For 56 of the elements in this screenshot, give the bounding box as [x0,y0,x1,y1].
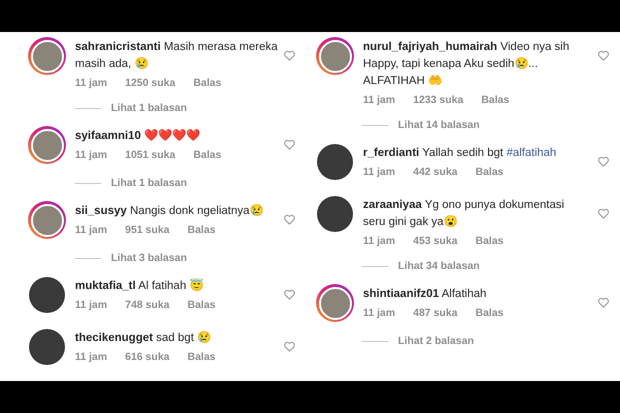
avatar-photo[interactable] [28,126,66,164]
like-count: 442 suka [413,166,458,178]
avatar-photo[interactable] [316,37,354,75]
heart-icon[interactable] [597,155,610,168]
reply-link[interactable]: Balas [476,307,504,319]
like-count: 453 suka [413,235,458,247]
view-replies-link[interactable]: Lihat 3 balasan [111,252,187,264]
comment-time: 11 jam [363,307,396,319]
comment-time: 11 jam [75,149,108,161]
comment-text: muktafia_tl Al fatihah 😇 [75,278,204,294]
like-count: 487 suka [413,307,458,319]
heart-icon[interactable] [283,213,296,226]
heart-icon[interactable] [283,340,296,353]
comment-time: 11 jam [75,351,108,363]
reply-link[interactable]: Balas [481,94,510,106]
comment-text: syifaamni10 ❤❤❤❤ [75,128,202,144]
comment-time: 11 jam [363,166,396,178]
comment-text: shintiaanifz01 Alfatihah [363,287,488,302]
comment-text: thecikenugget sad bgt 😢 [75,330,212,346]
heart-icon[interactable] [283,288,296,301]
avatar-photo[interactable] [28,201,66,239]
avatar-photo[interactable] [28,37,66,75]
comment-time: 11 jam [363,94,396,106]
comment-text: r_ferdianti Yallah sedih bgt #alfatihah [363,146,558,161]
reply-link[interactable]: Balas [188,351,216,363]
like-count: 748 suka [125,299,170,311]
like-count: 1051 suka [125,149,176,161]
comment-text: sii_susyy Nangis donk ngeliatnya😢 [75,203,265,219]
view-replies-link[interactable]: Lihat 2 balasan [398,335,474,347]
reply-link[interactable]: Balas [188,299,216,311]
comment-time: 11 jam [363,235,396,247]
view-replies-link[interactable]: Lihat 14 balasan [398,119,480,131]
reply-link[interactable]: Balas [193,77,222,89]
heart-icon[interactable] [283,49,296,62]
comment-time: 11 jam [75,299,108,311]
like-count: 1233 suka [413,94,464,106]
like-count: 616 suka [125,351,170,363]
view-replies-link[interactable]: Lihat 34 balasan [398,260,480,272]
comment-time: 11 jam [75,224,108,236]
heart-icon[interactable] [597,49,610,62]
comment-text: zaraaniyaa Yg ono punya dokumentasi seru gini gak ya😮 [363,198,566,230]
heart-icon[interactable] [283,138,296,151]
heart-icon[interactable] [597,296,610,309]
heart-icon[interactable] [597,207,610,220]
comment-time: 11 jam [75,77,108,89]
like-count: 1250 suka [125,77,176,89]
view-replies-link[interactable]: Lihat 1 balasan [111,102,187,114]
reply-link[interactable]: Balas [188,224,216,236]
comment-text: sahranicristanti Masih merasa mereka masih ada, 😢 [75,40,279,72]
reply-link[interactable]: Balas [193,149,222,161]
reply-link[interactable]: Balas [476,235,504,247]
comment-text: nurul_fajriyah_humairah Video nya sih Happy, tapi kenapa Aku sedih😢... ALFATIHAH 🤲 [363,40,570,89]
reply-link[interactable]: Balas [476,166,504,178]
avatar-photo[interactable] [316,284,354,322]
view-replies-link[interactable]: Lihat 1 balasan [111,177,187,189]
like-count: 951 suka [125,224,170,236]
